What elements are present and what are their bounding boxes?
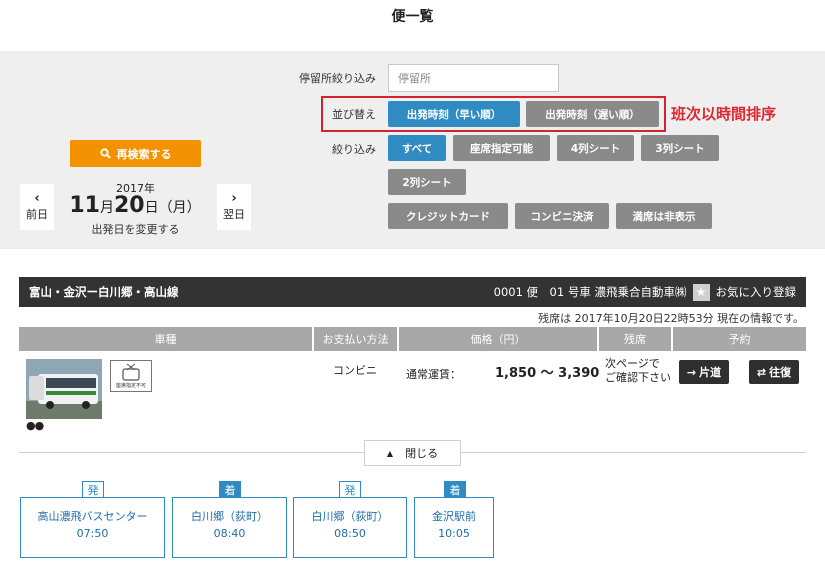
sort-late-button[interactable]: 出発時刻（遅い順） [526, 101, 659, 127]
stop-card[interactable]: 白川郷（荻町） 08:40 [172, 497, 287, 558]
date-month-unit: 月 [100, 200, 114, 216]
stop-filter-label: 停留所絞り込み [299, 72, 376, 85]
chip-seat-reservable[interactable]: 座席指定可能 [453, 135, 550, 161]
bus-photo [26, 359, 102, 419]
narrow-label: 絞り込み [332, 143, 376, 156]
route-header: 富山・金沢ー白川郷・高山線 0001 便 01 号車 濃飛乗合自動車㈱ ★ お気… [19, 277, 806, 307]
date-day: 20 [114, 193, 145, 218]
stop-card[interactable]: 白川郷（荻町） 08:50 [293, 497, 407, 558]
caret-up-icon: ▲ [386, 448, 394, 458]
seat-info-note: 残席は 2017年10月20日22時53分 現在の情報です。 [538, 312, 804, 325]
one-way-label: 片道 [699, 366, 722, 379]
stop-time: 07:50 [76, 527, 109, 540]
stop-time: 10:05 [438, 527, 470, 540]
stop-name: 白川郷（荻町） [191, 510, 268, 523]
star-icon[interactable]: ★ [692, 283, 710, 301]
header-vehicle-type: 車種 [19, 327, 312, 351]
fare-label: 通常運賃： [406, 368, 461, 381]
header-price: 価格（円） [399, 327, 597, 351]
remaining-line-1: 次ページで [605, 357, 660, 370]
stop-name: 高山濃飛バスセンター [37, 510, 148, 523]
payment-method: コンビニ [333, 364, 377, 377]
close-button[interactable]: ▲ 閉じる [364, 440, 461, 466]
favorite-link[interactable]: お気に入り登録 [716, 284, 797, 300]
chip-credit-card[interactable]: クレジットカード [388, 203, 508, 229]
chip-all[interactable]: すべて [388, 135, 446, 161]
remaining-seats: 次ページで ご確認下さい [605, 357, 671, 385]
research-button[interactable]: 再検索する [70, 140, 201, 167]
no-seat-assignment-icon: 座席指定不可 [110, 360, 152, 392]
stop-name: 金沢駅前 [432, 510, 476, 523]
header-payment: お支払い方法 [314, 327, 397, 351]
chevron-left-icon: ‹ [34, 191, 40, 206]
date-month: 11 [69, 193, 100, 218]
price-range: 1,850 〜 3,390 [495, 366, 600, 381]
date-day-unit: 日 [144, 200, 159, 216]
bus-dots: ●● [26, 419, 44, 432]
chip-convenience-store[interactable]: コンビニ決済 [515, 203, 609, 229]
header-remaining: 残席 [599, 327, 671, 351]
round-trip-label: 往復 [769, 366, 792, 379]
chevron-right-icon: › [231, 191, 237, 206]
stop-card[interactable]: 高山濃飛バスセンター 07:50 [20, 497, 165, 558]
remaining-line-2: ご確認下さい [605, 371, 671, 384]
research-label: 再検索する [116, 147, 172, 161]
swap-arrows-icon: ⇄ [756, 365, 767, 379]
change-date-link[interactable]: 出発日を変更する [70, 221, 201, 237]
sort-early-button[interactable]: 出発時刻（早い順） [388, 101, 520, 127]
stop-search-input[interactable] [388, 64, 559, 92]
prev-day-button[interactable]: ‹ 前日 [20, 184, 54, 230]
stop-badge: 着 [219, 481, 241, 498]
next-day-button[interactable]: › 翌日 [217, 184, 251, 230]
chip-4-row-seat[interactable]: 4列シート [557, 135, 634, 161]
round-trip-button[interactable]: ⇄ 往復 [749, 360, 799, 384]
bus-info: 0001 便 01 号車 濃飛乗合自動車㈱ [493, 285, 687, 299]
header-reservation: 予約 [673, 327, 806, 351]
seat-icon-caption: 座席指定不可 [115, 383, 146, 389]
stop-badge: 着 [444, 481, 466, 498]
one-way-button[interactable]: → 片道 [679, 360, 729, 384]
chip-3-row-seat[interactable]: 3列シート [641, 135, 719, 161]
next-day-label: 翌日 [223, 208, 245, 221]
stop-badge: 発 [339, 481, 361, 498]
stop-time: 08:50 [334, 527, 366, 540]
stop-card[interactable]: 金沢駅前 10:05 [414, 497, 494, 558]
page-title: 便一覧 [391, 9, 434, 25]
chip-2-row-seat[interactable]: 2列シート [388, 169, 466, 195]
stop-time: 08:40 [213, 527, 246, 540]
search-icon [99, 148, 111, 159]
route-name: 富山・金沢ー白川郷・高山線 [29, 285, 179, 299]
prev-day-label: 前日 [26, 208, 48, 221]
close-label: 閉じる [405, 447, 439, 460]
date-weekday: （月） [158, 200, 201, 216]
arrow-right-icon: → [686, 365, 697, 379]
chip-hide-full[interactable]: 満席は非表示 [616, 203, 712, 229]
stop-name: 白川郷（荻町） [311, 510, 389, 523]
sort-annotation: 班次以時間排序 [671, 105, 777, 123]
stop-badge: 発 [82, 481, 104, 498]
current-date: 11月20日（月） [60, 193, 210, 218]
